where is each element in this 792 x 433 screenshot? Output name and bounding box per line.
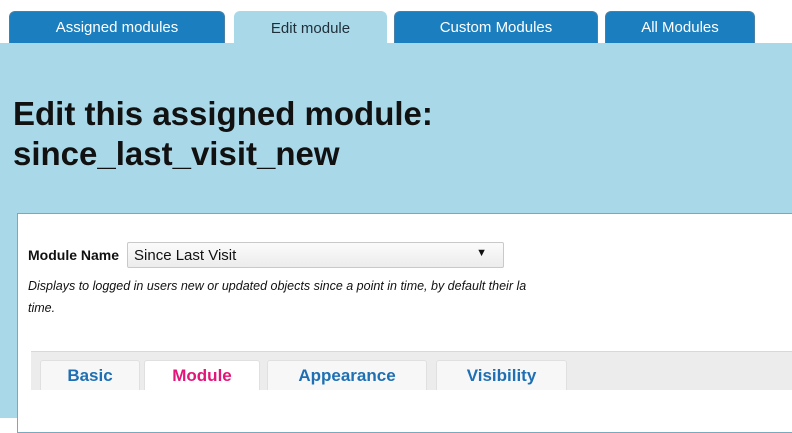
tab-module[interactable]: Module <box>144 360 260 390</box>
module-name-select[interactable]: Since Last Visit ▼ <box>127 242 505 268</box>
tab-appearance[interactable]: Appearance <box>267 360 427 390</box>
sub-tab-bar: Basic Module Appearance Visibility <box>31 351 792 390</box>
top-tab-bar: Assigned modules Edit module Custom Modu… <box>0 0 792 44</box>
module-description-line1: Displays to logged in users new or updat… <box>28 279 527 293</box>
module-select-value: Since Last Visit <box>134 246 237 264</box>
module-description: Displays to logged in users new or updat… <box>28 275 792 319</box>
tab-assigned-modules[interactable]: Assigned modules <box>9 11 225 43</box>
dropdown-arrow-icon: ▼ <box>476 247 488 259</box>
module-form: Module Name Since Last Visit ▼ Displays … <box>17 213 792 433</box>
tab-all-modules[interactable]: All Modules <box>605 11 755 43</box>
tab-visibility[interactable]: Visibility <box>436 360 567 390</box>
page-title-line1: Edit this assigned module: <box>13 95 433 132</box>
module-name-label: Module Name <box>28 247 120 263</box>
tab-custom-modules[interactable]: Custom Modules <box>394 11 598 43</box>
page-title: Edit this assigned module: since_last_vi… <box>13 94 773 174</box>
tab-edit-module[interactable]: Edit module <box>234 11 387 44</box>
module-description-line2: time. <box>28 301 56 315</box>
tab-basic[interactable]: Basic <box>40 360 140 390</box>
module-name-row: Module Name Since Last Visit ▼ <box>28 242 505 268</box>
page-title-line2: since_last_visit_new <box>13 135 340 172</box>
